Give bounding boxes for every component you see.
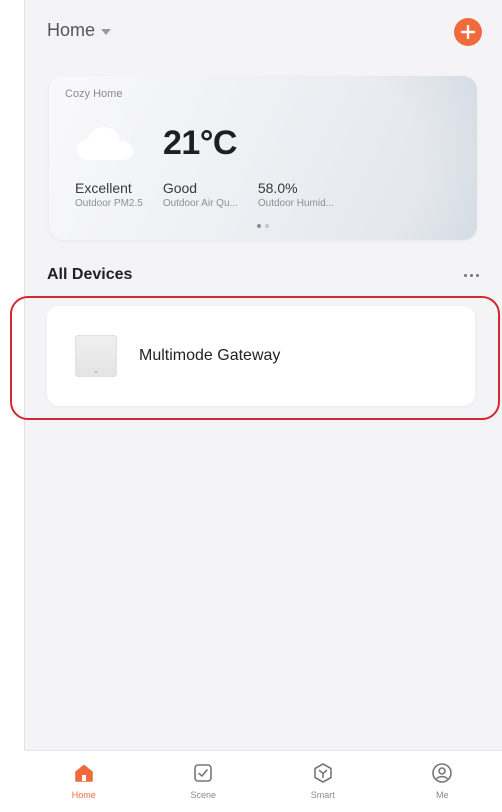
home-name: Cozy Home bbox=[65, 88, 123, 100]
card-pager bbox=[257, 224, 269, 228]
weather-card[interactable]: Cozy Home 21°C Excellent Outdoor PM2.5 G… bbox=[49, 76, 477, 240]
tab-smart[interactable]: Smart bbox=[283, 761, 363, 800]
gateway-device-icon bbox=[75, 335, 117, 377]
add-button[interactable] bbox=[454, 18, 482, 46]
plus-icon bbox=[461, 25, 475, 39]
app-screen: Home Cozy Home 21°C Excellent Outdoor PM… bbox=[24, 0, 502, 812]
device-name: Multimode Gateway bbox=[139, 347, 281, 364]
scene-check-icon bbox=[194, 764, 213, 782]
tab-label: Me bbox=[435, 790, 449, 800]
more-options-icon[interactable] bbox=[460, 270, 479, 281]
tab-home[interactable]: Home bbox=[44, 761, 124, 800]
profile-icon bbox=[432, 763, 453, 783]
stat-value: Excellent bbox=[75, 180, 132, 196]
stat-label: Outdoor Humid... bbox=[257, 198, 335, 209]
stat-value: Good bbox=[162, 180, 198, 196]
caret-down-icon bbox=[101, 28, 112, 35]
tab-scene[interactable]: Scene bbox=[163, 761, 243, 800]
stat-label: Outdoor PM2.5 bbox=[75, 198, 143, 209]
stat-pm25: Excellent Outdoor PM2.5 bbox=[75, 180, 143, 209]
tab-me[interactable]: Me bbox=[402, 761, 482, 800]
tab-label: Scene bbox=[190, 790, 217, 800]
top-bar: Home bbox=[25, 0, 502, 66]
stat-humidity: 58.0% Outdoor Humid... bbox=[258, 180, 334, 209]
smart-icon bbox=[313, 763, 332, 783]
all-devices-header: All Devices bbox=[47, 266, 479, 284]
home-selector-label: Home bbox=[47, 20, 96, 40]
stat-value: 58.0% bbox=[257, 180, 298, 196]
pager-dot-active bbox=[257, 224, 261, 228]
stat-label: Outdoor Air Qu... bbox=[162, 198, 238, 209]
stat-air-quality: Good Outdoor Air Qu... bbox=[163, 180, 238, 209]
temperature: 21°C bbox=[163, 124, 237, 162]
section-title: All Devices bbox=[47, 266, 133, 283]
device-card-multimode-gateway[interactable]: Multimode Gateway bbox=[47, 306, 475, 406]
cloud-icon bbox=[77, 127, 133, 160]
tab-label: Home bbox=[71, 790, 96, 800]
home-icon bbox=[75, 764, 93, 782]
weather-stats: Excellent Outdoor PM2.5 Good Outdoor Air… bbox=[75, 180, 354, 209]
home-selector[interactable]: Home bbox=[47, 20, 112, 41]
bottom-tab-bar: Home Scene Smart Me bbox=[24, 750, 502, 812]
tab-label: Smart bbox=[310, 790, 335, 800]
card-background-decoration bbox=[237, 76, 477, 240]
pager-dot bbox=[265, 224, 269, 228]
